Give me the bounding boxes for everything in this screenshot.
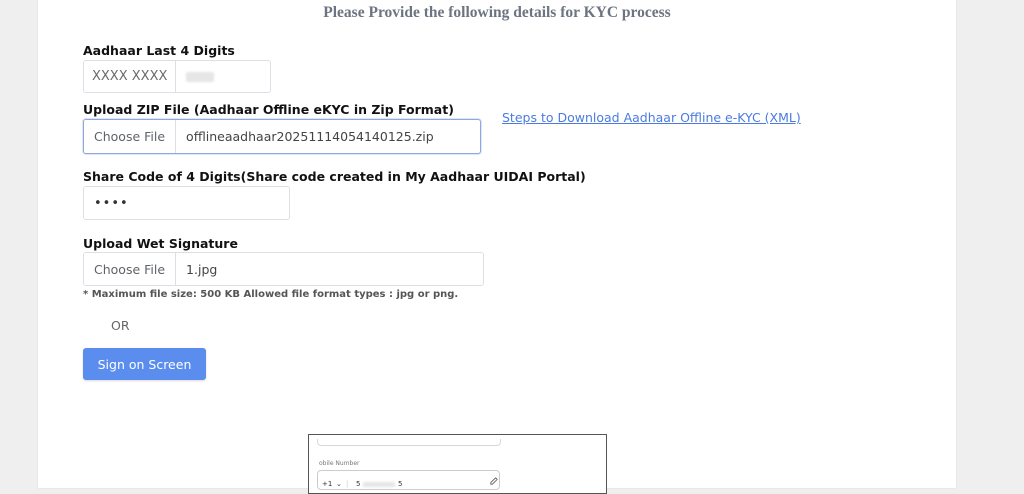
preview-phone-field: +1 ⌄ | 5 5: [317, 470, 500, 490]
signature-preview-image: obile Number +1 ⌄ | 5 5: [308, 434, 607, 494]
zip-choose-file-button[interactable]: Choose File: [84, 120, 177, 153]
sign-on-screen-button[interactable]: Sign on Screen: [83, 348, 206, 380]
preview-field-label: obile Number: [319, 460, 360, 467]
aadhaar-masked-prefix: XXXX XXXX: [84, 61, 177, 92]
share-code-label: Share Code of 4 Digits(Share code create…: [83, 169, 586, 184]
zip-file-name: offlineaadhaar20251114054140125.zip: [186, 129, 434, 144]
signature-choose-file-button[interactable]: Choose File: [84, 253, 177, 285]
download-aadhaar-steps-link[interactable]: Steps to Download Aadhaar Offline e-KYC …: [502, 110, 801, 125]
or-separator: OR: [111, 318, 130, 333]
aadhaar-last4-input-group: XXXX XXXX: [83, 60, 271, 93]
aadhaar-label: Aadhaar Last 4 Digits: [83, 43, 235, 58]
share-code-input[interactable]: ••••: [83, 186, 290, 220]
aadhaar-last4-input[interactable]: [176, 61, 270, 92]
signature-file-name: 1.jpg: [186, 261, 218, 277]
signature-file-input[interactable]: Choose File 1.jpg: [83, 252, 484, 286]
preview-top-field-edge: [317, 439, 501, 446]
page-title: Please Provide the following details for…: [323, 4, 671, 21]
share-code-value: ••••: [94, 195, 129, 211]
preview-number-end: 5: [398, 480, 403, 488]
zip-file-input[interactable]: Choose File offlineaadhaar20251114054140…: [83, 119, 481, 154]
preview-edit-icon: [490, 477, 498, 487]
kyc-form-card: Please Provide the following details for…: [38, 0, 956, 488]
preview-redacted-number: [363, 482, 395, 487]
preview-divider-icon: |: [346, 480, 349, 488]
preview-chevron-icon: ⌄: [336, 480, 342, 488]
preview-number-start: 5: [356, 480, 361, 488]
redacted-value: [186, 71, 215, 82]
file-size-note: * Maximum file size: 500 KB Allowed file…: [83, 289, 459, 300]
signature-label: Upload Wet Signature: [83, 236, 238, 251]
preview-country-code: +1: [322, 480, 333, 488]
zip-upload-label: Upload ZIP File (Aadhaar Offline eKYC in…: [83, 102, 454, 117]
